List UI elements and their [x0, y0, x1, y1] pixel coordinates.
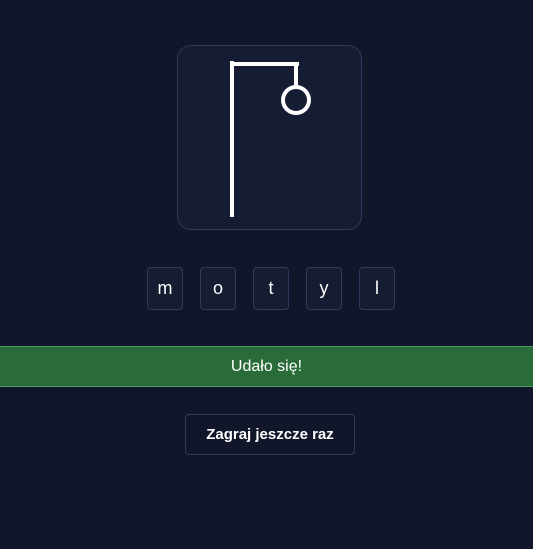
hangman-drawing [230, 61, 311, 217]
play-again-button[interactable]: Zagraj jeszcze raz [185, 414, 355, 455]
success-message: Udało się! [0, 346, 533, 387]
letter-tile: l [359, 267, 395, 310]
letter-tile: t [253, 267, 289, 310]
letter-tile: o [200, 267, 236, 310]
letter-tile: m [147, 267, 183, 310]
hangman-drawing-card [177, 45, 362, 230]
letter-tile: y [306, 267, 342, 310]
word-letters: m o t y l [147, 267, 395, 310]
game-screen: m o t y l Udało się! Zagraj jeszcze raz [0, 0, 533, 549]
hangman-head [281, 85, 311, 115]
